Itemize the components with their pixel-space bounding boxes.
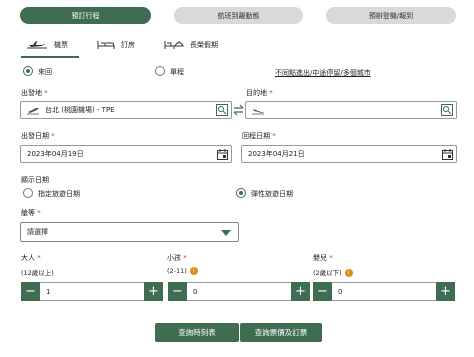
- depart-date-value: 2023年04月19日: [27, 150, 84, 158]
- minus-button[interactable]: −: [21, 282, 40, 301]
- child-count[interactable]: 0: [187, 282, 291, 301]
- adult-count[interactable]: 1: [40, 282, 144, 301]
- destination-field[interactable]: [245, 101, 457, 119]
- info-icon[interactable]: i: [189, 267, 198, 275]
- calendar-icon[interactable]: [440, 147, 454, 161]
- cabin-select-value: 請選擇: [27, 228, 48, 236]
- mode-flight[interactable]: 機票: [26, 40, 68, 50]
- mode-active-indicator: [21, 56, 79, 58]
- flexible-date-label: 彈性旅遊日期: [251, 190, 293, 198]
- minus-button[interactable]: −: [313, 282, 332, 301]
- round-trip-label: 來回: [38, 68, 52, 76]
- plane-icon: [26, 40, 48, 50]
- mode-holiday[interactable]: 長榮假期: [164, 40, 218, 50]
- adult-label: 大人 *: [21, 254, 41, 262]
- tab-checkin[interactable]: 預辦登機/報到: [326, 7, 456, 24]
- return-date-label: 回程日期 *: [242, 132, 276, 140]
- adult-sub-label: (12歲以上): [21, 269, 54, 277]
- radio-specific-date[interactable]: [23, 188, 33, 198]
- search-icon[interactable]: [440, 103, 454, 117]
- display-date-label: 顯示日期: [21, 176, 49, 184]
- origin-label: 出發地 *: [21, 89, 48, 97]
- infant-count[interactable]: 0: [332, 282, 436, 301]
- child-label: 小孩 *: [167, 254, 187, 262]
- mode-flight-label: 機票: [54, 41, 68, 49]
- takeoff-icon: [26, 106, 40, 117]
- return-date-field[interactable]: 2023年04月21日: [241, 145, 457, 163]
- bed-icon: [97, 40, 115, 50]
- cabin-label: 艙等 *: [21, 209, 41, 217]
- radio-flexible-date[interactable]: [236, 188, 246, 198]
- infant-sub-label: (2歲以下) i: [313, 267, 353, 277]
- landing-icon: [251, 106, 265, 117]
- radio-one-way[interactable]: [155, 66, 165, 76]
- specific-date-label: 指定旅遊日期: [38, 190, 80, 198]
- radio-round-trip[interactable]: [23, 66, 33, 76]
- plus-button[interactable]: +: [291, 282, 310, 301]
- child-stepper: − 0 +: [168, 282, 310, 301]
- depart-date-label: 出發日期 *: [21, 132, 55, 140]
- multi-city-link[interactable]: 不同點進出/中途停留/多個城市: [275, 68, 371, 78]
- cabin-select[interactable]: 請選擇: [20, 222, 239, 242]
- return-date-value: 2023年04月21日: [248, 150, 305, 158]
- depart-date-field[interactable]: 2023年04月19日: [20, 145, 232, 163]
- mode-hotel-label: 訂房: [121, 41, 135, 49]
- swap-icon[interactable]: [233, 104, 244, 118]
- calendar-icon[interactable]: [215, 147, 229, 161]
- plus-button[interactable]: +: [144, 282, 163, 301]
- infant-label: 嬰兒 *: [313, 254, 333, 262]
- infant-stepper: − 0 +: [313, 282, 455, 301]
- minus-button[interactable]: −: [168, 282, 187, 301]
- search-fares-button[interactable]: 查詢票價及訂票: [240, 323, 322, 342]
- tab-booking[interactable]: 預訂行程: [20, 7, 151, 24]
- adult-stepper: − 1 +: [21, 282, 163, 301]
- destination-label: 目的地 *: [246, 89, 273, 97]
- search-icon[interactable]: [215, 103, 229, 117]
- origin-field[interactable]: 台北 (桃園機場) - TPE: [20, 101, 232, 119]
- holiday-icon: [164, 40, 184, 50]
- mode-holiday-label: 長榮假期: [190, 41, 218, 49]
- child-sub-label: (2-11) i: [167, 267, 198, 275]
- one-way-label: 單程: [170, 68, 184, 76]
- tab-flight-status[interactable]: 航班到離動態: [174, 7, 303, 24]
- plus-button[interactable]: +: [436, 282, 455, 301]
- mode-hotel[interactable]: 訂房: [97, 40, 135, 50]
- info-icon[interactable]: i: [344, 269, 353, 277]
- chevron-down-icon: [221, 230, 231, 236]
- search-schedule-button[interactable]: 查詢時刻表: [155, 323, 239, 342]
